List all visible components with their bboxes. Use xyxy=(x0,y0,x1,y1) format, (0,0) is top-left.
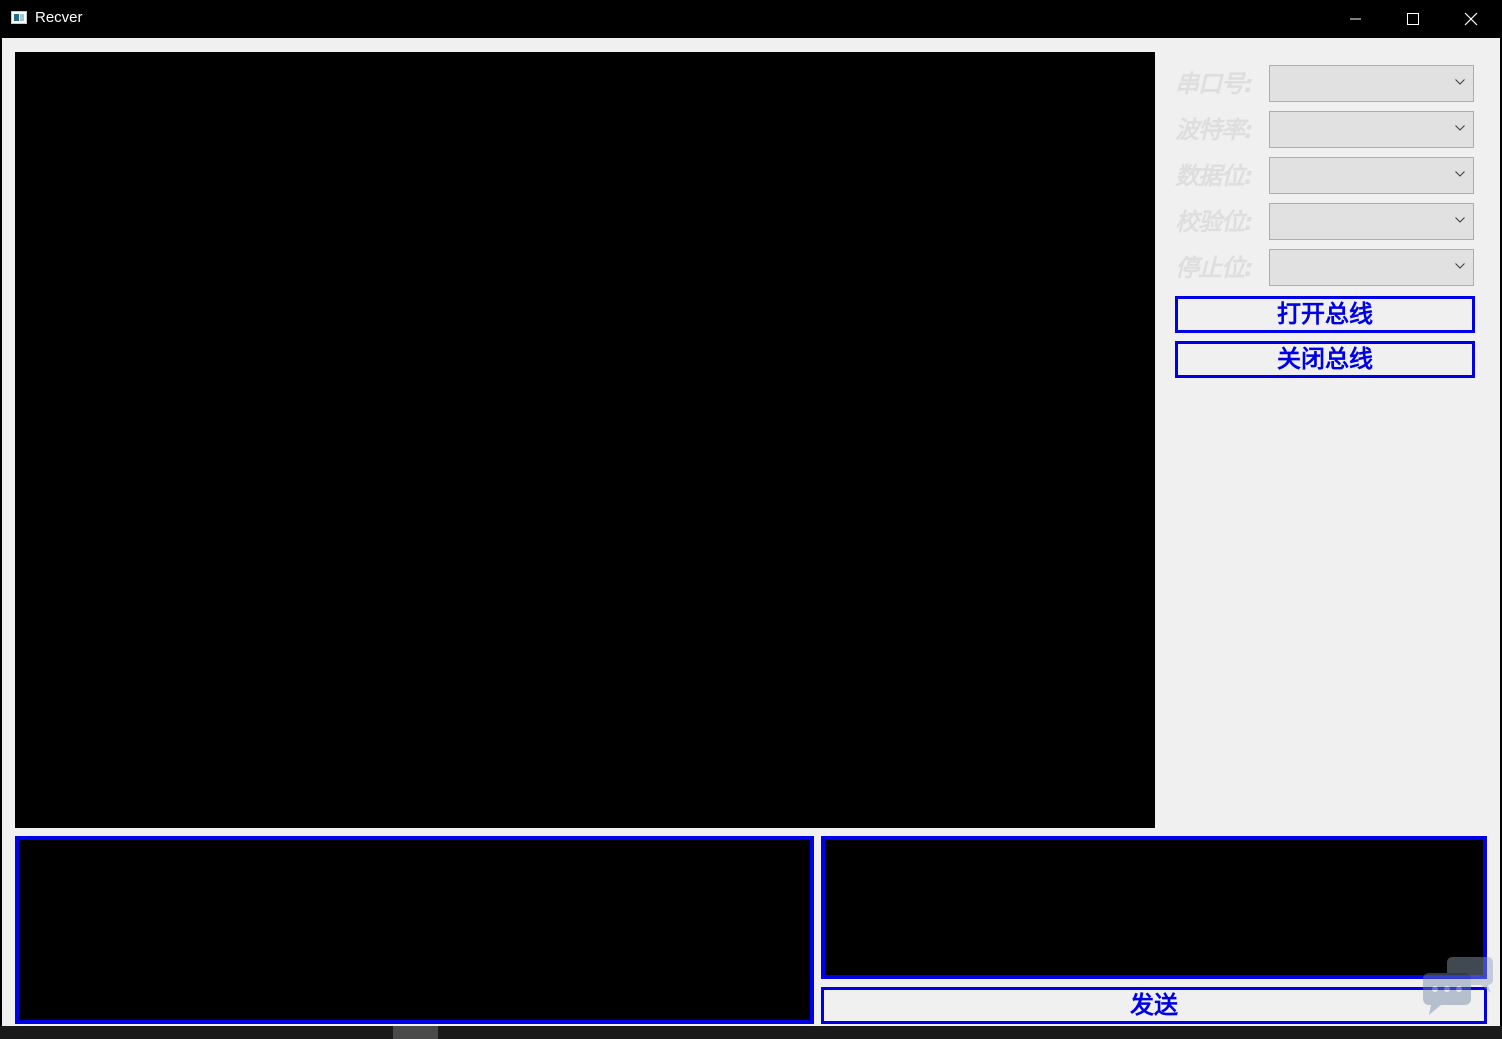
main-panel: 串口号: 波特率: 数据位: 校验位: 停止位: 打开总线 关闭总线 发送 xyxy=(2,38,1500,1026)
port-select[interactable] xyxy=(1269,65,1474,102)
minimize-button[interactable] xyxy=(1326,0,1384,38)
parity-label: 校验位: xyxy=(1175,208,1254,236)
taskbar xyxy=(0,1026,1502,1039)
send-button[interactable]: 发送 xyxy=(821,987,1487,1024)
baud-rate-select[interactable] xyxy=(1269,111,1474,148)
send-text-input[interactable] xyxy=(821,836,1487,979)
stop-bits-select[interactable] xyxy=(1269,249,1474,286)
data-display-area xyxy=(15,52,1155,828)
port-label: 串口号: xyxy=(1175,70,1254,98)
chevron-down-icon xyxy=(1455,125,1465,131)
baud-rate-label: 波特率: xyxy=(1175,116,1254,144)
parity-select[interactable] xyxy=(1269,203,1474,240)
chevron-down-icon xyxy=(1455,171,1465,177)
maximize-button[interactable] xyxy=(1384,0,1442,38)
chevron-down-icon xyxy=(1455,263,1465,269)
close-bus-button[interactable]: 关闭总线 xyxy=(1175,341,1475,378)
title-bar[interactable]: Recver xyxy=(0,0,1502,38)
receive-text-area[interactable] xyxy=(15,836,814,1024)
minimize-icon xyxy=(1350,18,1361,20)
close-icon xyxy=(1464,12,1478,26)
window-title: Recver xyxy=(35,9,83,26)
open-bus-button[interactable]: 打开总线 xyxy=(1175,296,1475,333)
chevron-down-icon xyxy=(1455,79,1465,85)
close-button[interactable] xyxy=(1442,0,1500,38)
maximize-icon xyxy=(1407,13,1419,25)
chevron-down-icon xyxy=(1455,217,1465,223)
data-bits-select[interactable] xyxy=(1269,157,1474,194)
taskbar-active-app[interactable] xyxy=(393,1026,438,1039)
app-icon xyxy=(11,11,27,24)
data-bits-label: 数据位: xyxy=(1175,162,1254,190)
app-window: Recver 串口号: 波特率: 数据位: 校验位: 停止位: 打开总线 关闭总… xyxy=(0,0,1502,1026)
chat-bubble-watermark-icon xyxy=(1423,957,1493,1015)
stop-bits-label: 停止位: xyxy=(1175,254,1254,282)
